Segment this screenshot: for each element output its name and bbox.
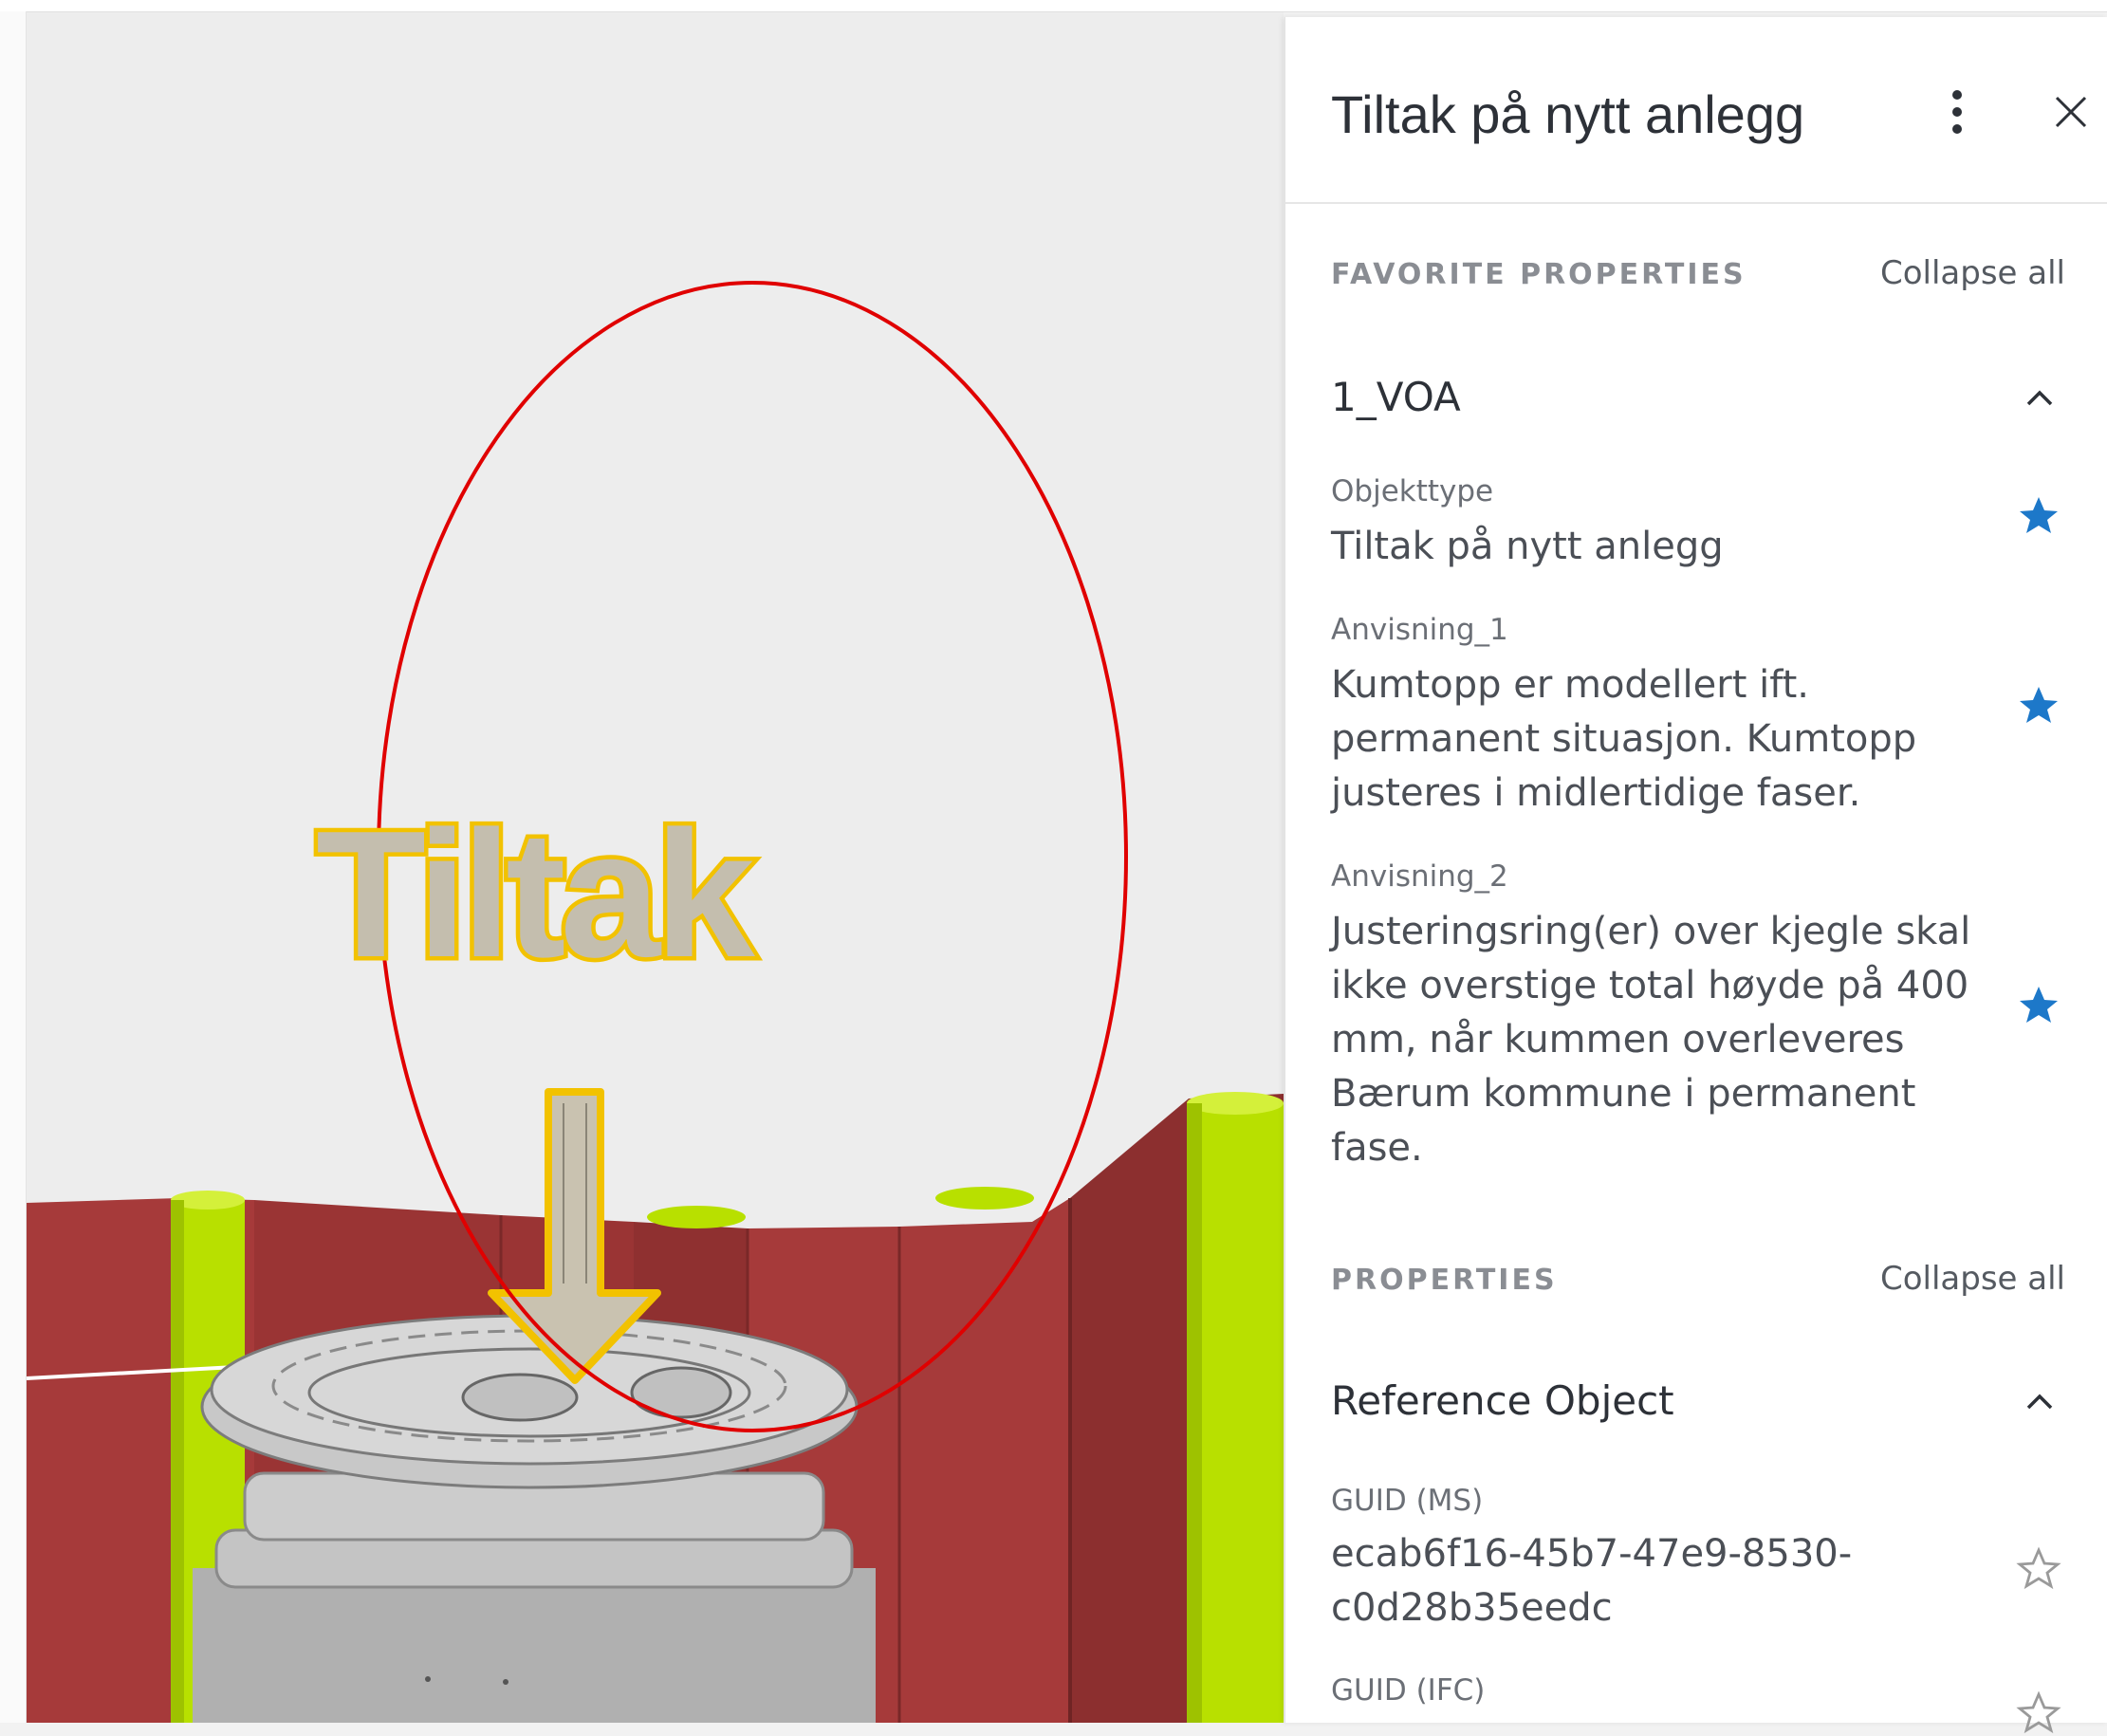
favorite-properties-heading: FAVORITE PROPERTIES xyxy=(1331,258,1747,291)
property-value: Kumtopp er modellert ift. permanent situ… xyxy=(1331,663,1917,815)
favorite-star-outline-icon[interactable] xyxy=(2016,1690,2061,1736)
panel-title: Tiltak på nytt anlegg xyxy=(1331,84,1805,144)
close-button[interactable] xyxy=(2044,85,2098,139)
favorite-star-icon[interactable] xyxy=(2016,683,2061,729)
favorite-star-outline-icon[interactable] xyxy=(2016,1546,2061,1592)
manhole-cover xyxy=(193,1314,876,1723)
3d-viewport[interactable]: Tiltak xyxy=(27,12,1284,1723)
property-value: Tiltak på nytt anlegg xyxy=(1331,525,1724,568)
property-name: Anvisning_2 xyxy=(1331,859,1508,894)
properties-panel: Tiltak på nytt anlegg FAVORITE PROPERTIE… xyxy=(1285,17,2107,1734)
tiltak-3d-label[interactable]: Tiltak xyxy=(306,766,895,1023)
group-title: 1_VOA xyxy=(1331,374,1461,420)
properties-heading: PROPERTIES xyxy=(1331,1264,1558,1297)
more-vertical-icon xyxy=(1952,90,1962,134)
property-name: GUID (IFC) xyxy=(1331,1673,1486,1708)
panel-header: Tiltak på nytt anlegg xyxy=(1285,17,2107,204)
left-toolbar-strip xyxy=(0,11,27,1723)
property-value: ecab6f16-45b7-47e9-8530-c0d28b35eedc xyxy=(1331,1532,1853,1630)
property-value: Justeringsring(er) over kjegle skal ikke… xyxy=(1331,910,1971,1170)
group-header-1-voa[interactable]: 1_VOA xyxy=(1285,366,2107,433)
favorite-star-icon[interactable] xyxy=(2016,493,2061,539)
favorite-collapse-all-link[interactable]: Collapse all xyxy=(1880,254,2065,292)
property-name: Objekttype xyxy=(1331,474,1494,508)
properties-collapse-all-link[interactable]: Collapse all xyxy=(1880,1260,2065,1298)
close-icon xyxy=(2055,96,2087,128)
property-name: Anvisning_1 xyxy=(1331,613,1508,647)
chevron-up-icon xyxy=(2026,1394,2053,1410)
property-name: GUID (MS) xyxy=(1331,1484,1484,1518)
group-title: Reference Object xyxy=(1331,1377,1674,1424)
group-header-reference-object[interactable]: Reference Object xyxy=(1285,1370,2107,1436)
more-options-button[interactable] xyxy=(1931,85,1984,139)
top-bar xyxy=(0,0,2107,12)
tiltak-label-text: Tiltak xyxy=(316,794,755,995)
chevron-up-icon xyxy=(2026,390,2053,406)
favorite-star-icon[interactable] xyxy=(2016,983,2061,1028)
